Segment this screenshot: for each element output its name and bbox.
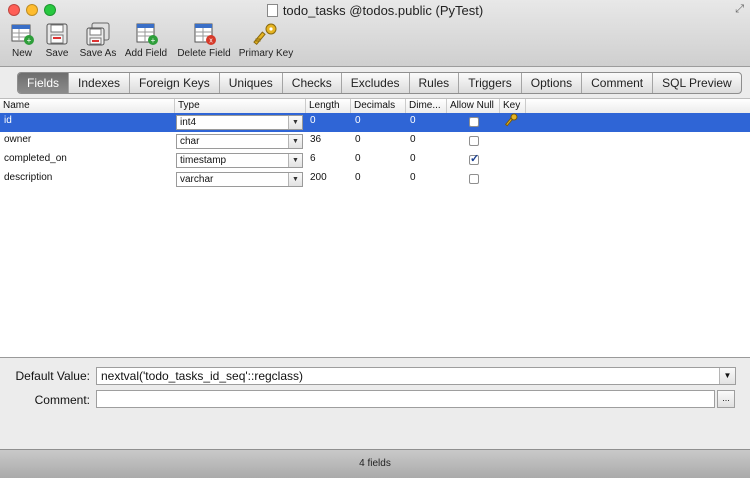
status-bar: 4 fields [0, 449, 750, 478]
key-icon [253, 22, 279, 46]
field-decimals-cell[interactable]: 0 [351, 170, 361, 189]
chevron-down-icon[interactable]: ▼ [719, 368, 735, 384]
tab-triggers[interactable]: Triggers [459, 73, 522, 93]
grid-header: Name Type Length Decimals Dime... Allow … [0, 99, 750, 114]
field-name-cell[interactable]: owner [0, 132, 31, 151]
add-field-button[interactable]: + Add Field [123, 22, 169, 59]
delete-field-icon: x [191, 22, 217, 46]
chevron-down-icon[interactable]: ▼ [288, 154, 302, 167]
chevron-down-icon[interactable]: ▼ [288, 173, 302, 186]
column-header-key[interactable]: Key [500, 99, 526, 113]
svg-text:x: x [209, 38, 213, 45]
allow-null-checkbox[interactable] [469, 174, 479, 184]
window-title: todo_tasks @todos.public (PyTest) [0, 3, 750, 18]
new-label: New [11, 48, 32, 59]
field-type-value: char [180, 136, 200, 147]
save-as-label: Save As [79, 48, 117, 59]
comment-editor-button[interactable]: ... [717, 390, 735, 408]
primary-key-button[interactable]: Primary Key [238, 22, 294, 59]
field-type-select[interactable]: varchar ▼ [176, 172, 303, 187]
tab-sql-preview[interactable]: SQL Preview [653, 73, 741, 93]
field-type-value: timestamp [180, 155, 227, 166]
window-title-text: todo_tasks @todos.public (PyTest) [282, 3, 484, 18]
designer-tabs: Fields Indexes Foreign Keys Uniques Chec… [17, 72, 742, 94]
table-row[interactable]: description varchar ▼ 200 0 0 [0, 170, 750, 189]
field-name-cell[interactable]: id [0, 113, 12, 132]
field-name-cell[interactable]: completed_on [0, 151, 67, 170]
field-length-cell[interactable]: 36 [306, 132, 321, 151]
window-toolbar: todo_tasks @todos.public (PyTest) ⤢ + Ne… [0, 0, 750, 67]
allow-null-checkbox[interactable] [469, 152, 479, 165]
field-decimals-cell[interactable]: 0 [351, 151, 361, 170]
field-decimals-cell[interactable]: 0 [351, 113, 361, 132]
field-type-select[interactable]: int4 ▼ [176, 115, 303, 130]
delete-field-button[interactable]: x Delete Field [176, 22, 232, 59]
table-row[interactable]: completed_on timestamp ▼ 6 0 0 [0, 151, 750, 170]
tab-indexes[interactable]: Indexes [69, 73, 131, 93]
field-type-select[interactable]: timestamp ▼ [176, 153, 303, 168]
tab-options[interactable]: Options [522, 73, 583, 93]
field-type-value: varchar [180, 174, 214, 185]
chevron-down-icon[interactable]: ▼ [288, 135, 302, 148]
save-as-icon [85, 22, 111, 46]
new-button[interactable]: + New [8, 22, 36, 59]
allow-null-checkbox[interactable] [469, 136, 479, 146]
table-designer-window: todo_tasks @todos.public (PyTest) ⤢ + Ne… [0, 0, 750, 478]
fields-grid: Name Type Length Decimals Dime... Allow … [0, 98, 750, 358]
delete-field-label: Delete Field [177, 48, 231, 59]
field-type-select[interactable]: char ▼ [176, 134, 303, 149]
field-dimension-cell[interactable]: 0 [406, 170, 416, 189]
add-field-icon: + [133, 22, 159, 46]
column-header-decimals[interactable]: Decimals [351, 99, 406, 113]
allow-null-checkbox[interactable] [469, 117, 479, 127]
table-row[interactable]: id int4 ▼ 0 0 0 [0, 113, 750, 132]
tab-rules[interactable]: Rules [410, 73, 460, 93]
tab-excludes[interactable]: Excludes [342, 73, 410, 93]
fullscreen-icon[interactable]: ⤢ [735, 3, 744, 16]
primary-key-label: Primary Key [238, 48, 294, 59]
field-dimension-cell[interactable]: 0 [406, 151, 416, 170]
save-button[interactable]: Save [43, 22, 71, 59]
tab-comment[interactable]: Comment [582, 73, 654, 93]
svg-text:+: + [27, 36, 32, 45]
table-row[interactable]: owner char ▼ 36 0 0 [0, 132, 750, 151]
add-field-label: Add Field [124, 48, 168, 59]
document-icon [266, 4, 278, 17]
primary-key-icon[interactable] [504, 113, 519, 132]
save-as-button[interactable]: Save As [78, 22, 118, 59]
field-type-value: int4 [180, 117, 197, 128]
field-decimals-cell[interactable]: 0 [351, 132, 361, 151]
comment-field[interactable] [96, 390, 715, 408]
new-table-icon: + [9, 22, 35, 46]
field-length-cell[interactable]: 0 [306, 113, 316, 132]
save-label: Save [45, 48, 69, 59]
tab-fields[interactable]: Fields [18, 73, 70, 93]
comment-label: Comment: [34, 393, 90, 407]
field-count: 4 fields [359, 458, 391, 469]
default-value-text: nextval('todo_tasks_id_seq'::regclass) [101, 369, 304, 383]
tab-uniques[interactable]: Uniques [220, 73, 283, 93]
column-header-name[interactable]: Name [0, 99, 175, 113]
default-value-combo[interactable]: nextval('todo_tasks_id_seq'::regclass) ▼ [96, 367, 736, 385]
tab-foreign-keys[interactable]: Foreign Keys [130, 73, 220, 93]
column-header-length[interactable]: Length [306, 99, 351, 113]
field-dimension-cell[interactable]: 0 [406, 113, 416, 132]
field-name-cell[interactable]: description [0, 170, 52, 189]
column-header-allow-null[interactable]: Allow Null [447, 99, 500, 113]
field-length-cell[interactable]: 200 [306, 170, 327, 189]
svg-text:+: + [151, 36, 156, 45]
save-disk-icon [44, 22, 70, 46]
tab-checks[interactable]: Checks [283, 73, 342, 93]
default-value-label: Default Value: [15, 369, 91, 383]
column-header-type[interactable]: Type [175, 99, 306, 113]
field-length-cell[interactable]: 6 [306, 151, 316, 170]
chevron-down-icon[interactable]: ▼ [288, 116, 302, 129]
field-dimension-cell[interactable]: 0 [406, 132, 416, 151]
column-header-dimension[interactable]: Dime... [406, 99, 447, 113]
